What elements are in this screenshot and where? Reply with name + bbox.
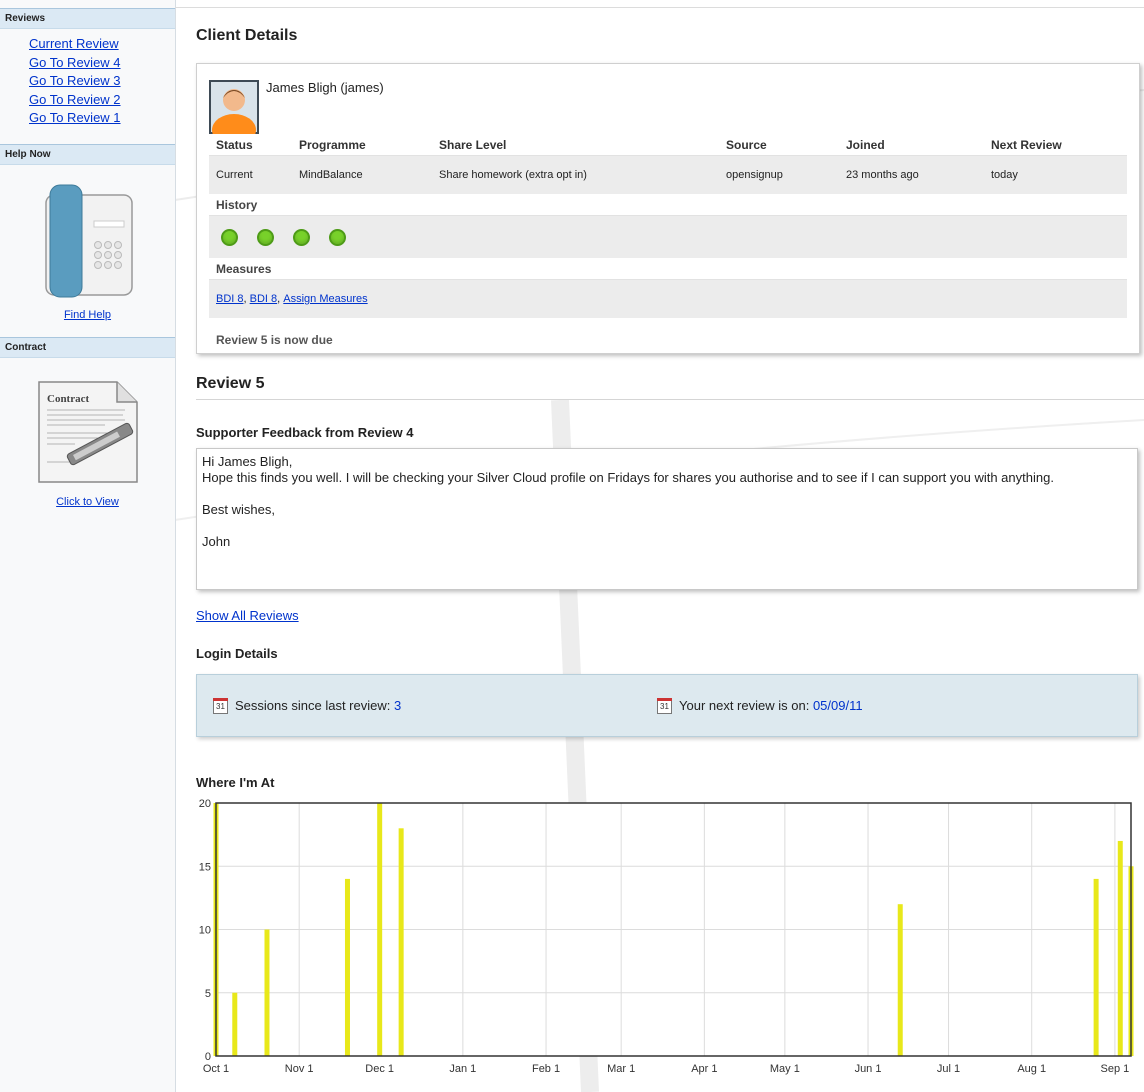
review-2-link[interactable]: Go To Review 2 [29, 91, 175, 110]
chart-title: Where I'm At [196, 775, 275, 790]
y-tick-label: 0 [205, 1051, 211, 1063]
history-dot[interactable] [329, 228, 346, 246]
sidebar-header-reviews: Reviews [0, 8, 175, 29]
programme-value: MindBalance [299, 169, 363, 181]
chart-bar [377, 803, 383, 1056]
feedback-blank [202, 518, 1132, 534]
top-divider [175, 7, 1144, 8]
col-programme: Programme [299, 138, 366, 152]
feedback-title: Supporter Feedback from Review 4 [196, 425, 414, 440]
show-all-reviews-link[interactable]: Show All Reviews [196, 608, 299, 623]
measure-link-bdi8[interactable]: BDI 8 [250, 293, 278, 305]
x-tick-label: Mar 1 [607, 1063, 635, 1075]
measure-link-bdi8[interactable]: BDI 8 [216, 293, 244, 305]
chart-bar [897, 904, 903, 1056]
y-tick-label: 15 [199, 861, 211, 873]
col-status: Status [216, 138, 253, 152]
review-title: Review 5 [196, 375, 265, 392]
sessions-label: Sessions since last review: [235, 698, 391, 713]
review-due-notice: Review 5 is now due [216, 333, 333, 347]
review-divider [196, 399, 1144, 400]
x-tick-label: Apr 1 [691, 1063, 717, 1075]
feedback-line: Hope this finds you well. I will be chec… [202, 470, 1054, 485]
status-value: Current [216, 169, 253, 181]
feedback-box: Hi James Bligh, Hope this finds you well… [196, 448, 1138, 590]
chart-bar [398, 828, 404, 1056]
client-details-title: Client Details [196, 27, 298, 44]
feedback-line: Hi James Bligh, [202, 454, 293, 469]
sidebar-header-help: Help Now [0, 143, 175, 165]
review-1-link[interactable]: Go To Review 1 [29, 109, 175, 128]
svg-text:Contract: Contract [47, 393, 89, 405]
calendar-icon: 31 [657, 697, 672, 714]
contract-block: Contract Click to View [0, 358, 175, 518]
history-row [209, 216, 1127, 259]
feedback-line: John [202, 534, 231, 549]
y-tick-label: 20 [199, 798, 211, 810]
measures-label: Measures [209, 259, 1127, 280]
x-tick-label: Dec 1 [365, 1063, 394, 1075]
sessions-stat: 31 Sessions since last review: 3 [213, 697, 402, 714]
next-review-value: today [991, 169, 1018, 181]
measures-row: BDI 8, BDI 8, Assign Measures [209, 280, 1127, 319]
contract-document-icon[interactable]: Contract [35, 378, 141, 486]
phone-icon[interactable] [38, 183, 138, 301]
feedback-blank [202, 486, 1132, 502]
share-level-value: Share homework (extra opt in) [439, 169, 587, 181]
chart-bar [1117, 840, 1123, 1056]
x-tick-label: Jan 1 [449, 1063, 476, 1075]
review-3-link[interactable]: Go To Review 3 [29, 72, 175, 91]
feedback-line: Best wishes, [202, 502, 275, 517]
chart-bar [344, 878, 350, 1056]
col-source: Source [726, 138, 767, 152]
next-review-label: Your next review is on: [679, 698, 810, 713]
current-review-link[interactable]: Current Review [29, 35, 175, 54]
sidebar: Reviews Current Review Go To Review 4 Go… [0, 0, 176, 1092]
x-tick-label: Oct 1 [203, 1063, 229, 1075]
calendar-icon: 31 [213, 697, 228, 714]
find-help-link[interactable]: Find Help [64, 309, 111, 321]
login-details-title: Login Details [196, 646, 278, 661]
next-review-stat: 31 Your next review is on: 05/09/11 [657, 697, 863, 714]
client-details-card: James Bligh (james) Status Programme Sha… [196, 63, 1140, 354]
contract-view-link[interactable]: Click to View [56, 496, 119, 508]
x-tick-label: Jul 1 [937, 1063, 960, 1075]
next-review-date: 05/09/11 [812, 698, 863, 713]
chart-bar [232, 992, 238, 1056]
col-joined: Joined [846, 138, 885, 152]
source-value: opensignup [726, 169, 783, 181]
client-name: James Bligh (james) [266, 80, 384, 95]
avatar [209, 80, 259, 134]
y-tick-label: 10 [199, 925, 211, 937]
history-dot[interactable] [221, 228, 238, 246]
col-next-review: Next Review [991, 138, 1062, 152]
client-header: James Bligh (james) [209, 72, 1129, 134]
login-details-box: 31 Sessions since last review: 3 31 Your n… [196, 674, 1138, 737]
joined-value: 23 months ago [846, 169, 919, 181]
x-tick-label: Aug 1 [1017, 1063, 1046, 1075]
chart-bar [1093, 878, 1099, 1056]
x-tick-label: Jun 1 [855, 1063, 882, 1075]
history-dot[interactable] [293, 228, 310, 246]
table-row: Current MindBalance Share homework (extr… [209, 156, 1127, 195]
history-label: History [209, 195, 1127, 216]
x-tick-label: Feb 1 [532, 1063, 560, 1075]
sessions-value: 3 [393, 698, 402, 713]
chart-bar [264, 929, 270, 1056]
review-4-link[interactable]: Go To Review 4 [29, 54, 175, 73]
col-share-level: Share Level [439, 138, 507, 152]
where-im-at-chart: Oct 1 Nov 1 Dec 1 Jan 1 Feb 1 Mar 1 Apr 1 May 1… [199, 798, 1134, 1075]
help-block: Find Help [0, 165, 175, 331]
x-tick-label: May 1 [770, 1063, 800, 1075]
sidebar-header-contract: Contract [0, 336, 175, 358]
x-tick-label: Nov 1 [285, 1063, 314, 1075]
x-tick-label: Sep 1 [1101, 1063, 1130, 1075]
assign-measures-link[interactable]: Assign Measures [283, 293, 367, 305]
y-tick-label: 5 [205, 988, 211, 1000]
history-dot[interactable] [257, 228, 274, 246]
client-table-header: Status Programme Share Level Source Join… [209, 135, 1127, 156]
review-links: Current Review Go To Review 4 Go To Revi… [0, 29, 175, 138]
